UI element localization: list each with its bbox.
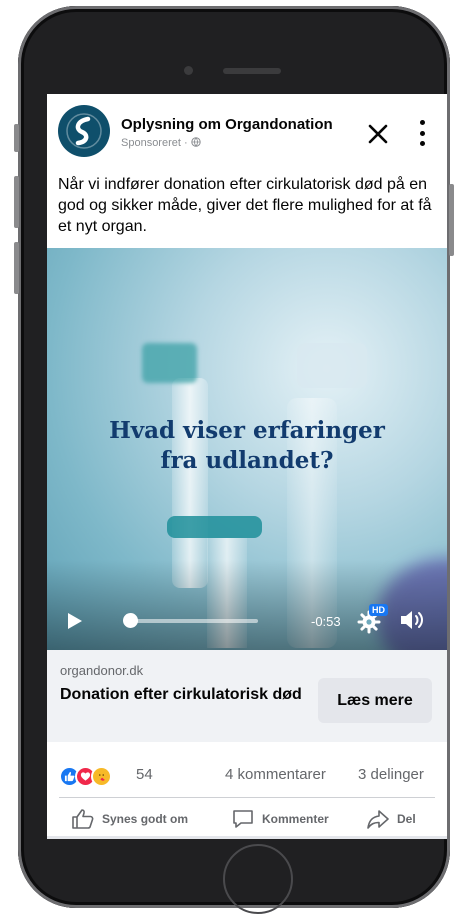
video-background-shape: [142, 343, 197, 383]
earpiece-speaker: [223, 68, 281, 74]
page-name[interactable]: Oplysning om Organdonation: [121, 116, 333, 133]
link-preview[interactable]: organdonor.dk Donation efter cirkulatori…: [47, 650, 447, 742]
video-caption-line: Hvad viser erfaringer: [109, 417, 385, 444]
more-options-button[interactable]: [415, 118, 429, 148]
shares-count[interactable]: 3 delinger: [358, 766, 424, 783]
volume-down-button: [14, 242, 19, 294]
mute-switch: [14, 124, 19, 152]
close-button[interactable]: [366, 122, 390, 146]
learn-more-button[interactable]: Læs mere: [318, 678, 432, 723]
more-dot-icon: [419, 130, 425, 136]
sponsored-label: Sponsoreret ·: [121, 137, 201, 149]
thumbs-up-icon: [72, 809, 94, 829]
share-icon: [367, 810, 389, 829]
comment-label: Kommenter: [262, 812, 329, 826]
comment-icon: [233, 810, 253, 828]
video-progress-handle[interactable]: [123, 613, 138, 628]
share-label: Del: [397, 812, 416, 826]
more-dot-icon: [419, 120, 425, 125]
facebook-ad-post: Oplysning om Organdonation Sponsoreret ·…: [47, 94, 447, 839]
comment-button[interactable]: Kommenter: [231, 802, 329, 836]
video-background-shape: [172, 378, 208, 588]
play-icon: [68, 613, 82, 629]
video-background-shape: [167, 516, 262, 538]
time-remaining: -0:53: [311, 614, 341, 629]
video-caption: Hvad viser erfaringer fra udlandet?: [47, 416, 447, 476]
divider: [59, 797, 435, 798]
close-icon: [368, 124, 388, 144]
comments-count[interactable]: 4 kommentarer: [225, 766, 326, 783]
video-background-shape: [297, 343, 367, 388]
globe-icon: [191, 137, 201, 147]
volume-icon: [401, 611, 423, 629]
feed-separator: [47, 836, 447, 839]
link-domain: organdonor.dk: [60, 663, 144, 678]
power-button: [449, 184, 454, 256]
hd-badge: HD: [369, 604, 388, 616]
like-label: Synes godt om: [102, 812, 189, 826]
home-button[interactable]: [223, 844, 293, 914]
reaction-count[interactable]: 54: [136, 766, 153, 783]
volume-button[interactable]: [399, 608, 425, 632]
volume-up-button: [14, 176, 19, 228]
more-dot-icon: [419, 141, 425, 146]
like-button[interactable]: Synes godt om: [71, 802, 188, 836]
play-button[interactable]: [67, 612, 83, 630]
video-player[interactable]: Hvad viser erfaringer fra udlandet? -0:5…: [47, 248, 447, 650]
front-camera: [184, 66, 193, 75]
post-text: Når vi indfører donation efter cirkulato…: [58, 176, 432, 235]
share-button[interactable]: Del: [366, 802, 416, 836]
link-title: Donation efter cirkulatorisk død: [60, 686, 302, 703]
care-reaction-icon: [91, 766, 112, 787]
video-progress-bar[interactable]: [130, 619, 258, 623]
reaction-icons[interactable]: [59, 764, 119, 787]
video-caption-line: fra udlandet?: [160, 447, 334, 474]
sponsored-text: Sponsoreret ·: [121, 137, 191, 149]
organdonation-logo-icon: [66, 113, 102, 149]
page-avatar[interactable]: [58, 105, 110, 157]
